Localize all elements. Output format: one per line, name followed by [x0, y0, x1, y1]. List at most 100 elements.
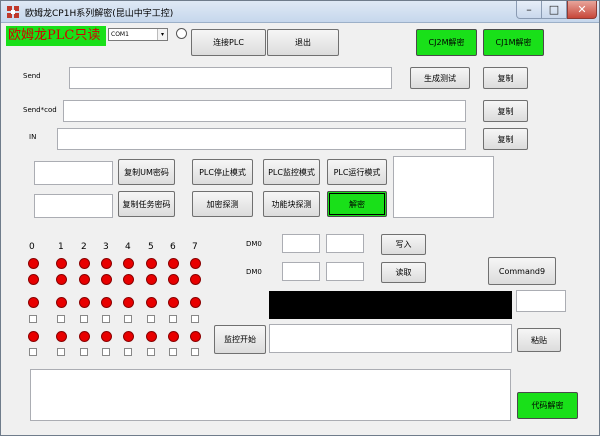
copy-task-password-button[interactable]: 复制任务密码	[118, 191, 175, 217]
bit-label: 7	[192, 242, 198, 252]
function-block-probe-button[interactable]: 功能块探测	[263, 191, 320, 217]
minimize-button[interactable]: –	[516, 1, 542, 19]
bit-indicator-led	[190, 331, 201, 342]
monitor-start-button[interactable]: 监控开始	[214, 325, 266, 354]
copy-send-button[interactable]: 复制	[483, 67, 528, 89]
command9-button[interactable]: Command9	[488, 257, 556, 285]
bit-checkbox[interactable]	[102, 348, 110, 356]
copy-um-password-button[interactable]: 复制UM密码	[118, 159, 175, 185]
plc-run-mode-button[interactable]: PLC运行模式	[327, 159, 387, 185]
bit-label: 1	[58, 242, 64, 252]
dm0-label: DM0	[246, 268, 262, 276]
bit-checkbox[interactable]	[80, 315, 88, 323]
close-button[interactable]: ✕	[567, 1, 597, 19]
um-password-field[interactable]	[34, 161, 113, 185]
bit-checkbox[interactable]	[147, 315, 155, 323]
maximize-button[interactable]: □	[542, 1, 567, 19]
title-bar[interactable]: 欧姆龙CP1H系列解密(昆山中宇工控) – □ ✕	[1, 1, 599, 23]
bit-indicator-led	[146, 274, 157, 285]
bit-label: 5	[148, 242, 154, 252]
bit-indicator-led	[56, 297, 67, 308]
bit-indicator-led	[79, 274, 90, 285]
plc-stop-mode-button[interactable]: PLC停止模式	[192, 159, 253, 185]
code-textarea[interactable]	[30, 369, 511, 421]
bit-indicator-led	[79, 297, 90, 308]
bit-indicator-led	[28, 297, 39, 308]
bit-indicator-led	[146, 258, 157, 269]
bit-indicator-led	[123, 274, 134, 285]
output-textarea[interactable]	[393, 156, 494, 218]
com-port-value: COM1	[111, 31, 129, 38]
bit-label: 3	[103, 242, 109, 252]
bit-label: 2	[81, 242, 87, 252]
bit-indicator-led	[101, 297, 112, 308]
generate-test-button[interactable]: 生成测试	[410, 67, 470, 89]
in-input[interactable]	[57, 128, 466, 150]
bit-indicator-led	[168, 274, 179, 285]
window-title: 欧姆龙CP1H系列解密(昆山中宇工控)	[25, 9, 174, 19]
connect-plc-button[interactable]: 连接PLC	[191, 29, 266, 56]
bit-label: 0	[29, 242, 35, 252]
in-label: IN	[29, 133, 37, 141]
send-input[interactable]	[69, 67, 392, 89]
bit-checkbox[interactable]	[169, 315, 177, 323]
bit-indicator-led	[146, 297, 157, 308]
sendcod-input[interactable]	[63, 100, 466, 122]
cj2m-decrypt-button[interactable]: CJ2M解密	[416, 29, 477, 56]
bit-checkbox[interactable]	[124, 315, 132, 323]
task-password-field[interactable]	[34, 194, 113, 218]
bit-indicator-led	[101, 274, 112, 285]
bit-indicator-led	[190, 274, 201, 285]
bit-indicator-led	[123, 258, 134, 269]
dm0-input-1[interactable]	[282, 234, 320, 253]
connection-radio[interactable]	[176, 28, 187, 39]
chevron-down-icon[interactable]: ▾	[157, 29, 167, 40]
bit-indicator-led	[56, 258, 67, 269]
bit-indicator-led	[28, 258, 39, 269]
bit-checkbox[interactable]	[124, 348, 132, 356]
read-button[interactable]: 读取	[381, 262, 426, 283]
bit-checkbox[interactable]	[57, 315, 65, 323]
bit-indicator-led	[190, 258, 201, 269]
write-button[interactable]: 写入	[381, 234, 426, 255]
encrypt-probe-button[interactable]: 加密探测	[192, 191, 253, 217]
copy-sendcod-button[interactable]: 复制	[483, 100, 528, 122]
bit-checkbox[interactable]	[191, 315, 199, 323]
dm0-input-3[interactable]	[282, 262, 320, 281]
bit-indicator-led	[28, 274, 39, 285]
side-value-field[interactable]	[516, 290, 566, 312]
plc-monitor-mode-button[interactable]: PLC监控模式	[263, 159, 320, 185]
bit-indicator-led	[168, 258, 179, 269]
paste-button[interactable]: 粘贴	[517, 328, 561, 352]
code-decrypt-button[interactable]: 代码解密	[517, 392, 578, 419]
bit-indicator-led	[146, 331, 157, 342]
bit-indicator-led	[123, 297, 134, 308]
decrypt-button[interactable]: 解密	[327, 191, 387, 217]
bit-indicator-led	[190, 297, 201, 308]
bit-checkbox[interactable]	[169, 348, 177, 356]
bit-label: 4	[125, 242, 131, 252]
dm0-input-2[interactable]	[326, 234, 364, 253]
bit-indicator-led	[56, 274, 67, 285]
dm0-input-4[interactable]	[326, 262, 364, 281]
bit-checkbox[interactable]	[29, 348, 37, 356]
main-window: 欧姆龙CP1H系列解密(昆山中宇工控) – □ ✕ 欧姆龙PLC只读 COM1 …	[0, 0, 600, 436]
copy-in-button[interactable]: 复制	[483, 128, 528, 150]
bit-indicator-led	[28, 331, 39, 342]
monitor-input[interactable]	[269, 324, 512, 353]
exit-button[interactable]: 退出	[267, 29, 339, 56]
cj1m-decrypt-button[interactable]: CJ1M解密	[483, 29, 544, 56]
bit-indicator-led	[79, 258, 90, 269]
bit-checkbox[interactable]	[80, 348, 88, 356]
bit-checkbox[interactable]	[29, 315, 37, 323]
bit-indicator-led	[79, 331, 90, 342]
send-label: Send	[23, 72, 41, 80]
sendcod-label: Send*cod	[23, 106, 57, 114]
bit-checkbox[interactable]	[191, 348, 199, 356]
status-display-panel	[269, 291, 512, 319]
bit-checkbox[interactable]	[147, 348, 155, 356]
bit-checkbox[interactable]	[102, 315, 110, 323]
com-port-select[interactable]: COM1 ▾	[108, 28, 168, 41]
app-icon	[7, 6, 19, 18]
bit-checkbox[interactable]	[57, 348, 65, 356]
